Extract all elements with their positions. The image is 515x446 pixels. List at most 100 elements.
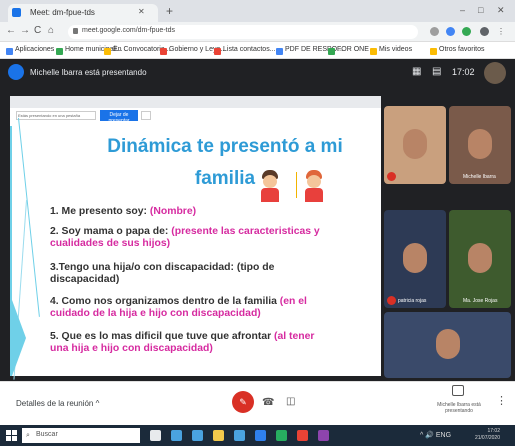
participant-name: patricia rojas	[398, 298, 427, 304]
taskbar-app-icon[interactable]	[276, 430, 287, 441]
taskbar-app-icon[interactable]	[213, 430, 224, 441]
new-tab-button[interactable]: +	[166, 4, 173, 18]
taskbar-app-icon[interactable]	[234, 430, 245, 441]
home-button[interactable]: ⌂	[48, 25, 54, 36]
bookmark-icon	[328, 48, 335, 55]
clipart-divider	[296, 172, 297, 198]
bookmark-icon	[214, 48, 221, 55]
end-call-button[interactable]: ☎	[262, 397, 274, 408]
extension-icon[interactable]	[446, 27, 455, 36]
user-avatar[interactable]	[484, 62, 506, 84]
slide-item-prompt: 1. Me presento soy:	[50, 206, 150, 217]
extension-icon[interactable]	[462, 27, 471, 36]
bookmark-icon	[370, 48, 377, 55]
stop-presenting-button[interactable]: Dejar de presentar	[100, 110, 138, 124]
tab-title: Meet: dm-fpue-tds	[30, 8, 95, 17]
bookmark-item[interactable]: FOR ONE	[337, 46, 369, 53]
slide-item: cualidades de sus hijos)	[50, 238, 170, 250]
family-clipart	[263, 175, 277, 188]
forward-button[interactable]: →	[20, 25, 30, 36]
taskbar-app-icon[interactable]	[192, 430, 203, 441]
participant-video	[435, 329, 460, 359]
bookmark-item[interactable]: Otros favoritos	[439, 46, 485, 53]
grid-view-icon[interactable]: ▦	[412, 66, 421, 77]
hide-button[interactable]	[141, 111, 151, 120]
taskbar-time: 17:02	[487, 428, 500, 434]
reload-button[interactable]: C	[34, 25, 41, 36]
meeting-clock: 17:02	[452, 67, 475, 77]
bookmark-icon	[160, 48, 167, 55]
slide-item: 4. Como nos organizamos dentro de la fam…	[50, 296, 307, 308]
taskbar-search[interactable]: Buscar	[22, 428, 140, 443]
participant-video	[468, 243, 492, 273]
presenter-avatar	[8, 64, 24, 80]
slide-item-prompt: 3.Tengo una hija/o con discapacidad: (ti…	[50, 262, 275, 273]
taskbar-app-icon[interactable]	[297, 430, 308, 441]
close-window-button[interactable]: ✕	[497, 5, 505, 16]
browser-tab[interactable]: Meet: dm-fpue-tds	[8, 4, 158, 22]
slide-item-answer: una hija e hijo con discapacidad)	[50, 343, 213, 354]
bookmark-item[interactable]: Aplicaciones	[15, 46, 54, 53]
taskbar-app-icon[interactable]	[150, 430, 161, 441]
bookmark-item[interactable]: Lista contactos...	[223, 46, 276, 53]
present-now-icon[interactable]	[452, 385, 464, 396]
maximize-button[interactable]: □	[478, 5, 483, 15]
mic-off-icon	[387, 172, 396, 181]
extension-icon[interactable]	[430, 27, 439, 36]
taskbar-clock[interactable]: 17:02 21/07/2020	[470, 428, 500, 442]
pin-icon[interactable]: ▤	[432, 66, 441, 77]
more-options-icon[interactable]: ⋮	[496, 394, 507, 407]
family-clipart	[305, 188, 323, 202]
bookmark-icon	[430, 48, 437, 55]
slide-item-answer: (al tener	[274, 331, 315, 342]
camera-button[interactable]: ◫	[286, 396, 295, 407]
slide-item-answer: (presente las caracteristicas y	[171, 226, 320, 237]
address-bar[interactable]: meet.google.com/dm-fpue-tds	[68, 25, 418, 39]
system-tray[interactable]: ^ 🔊 ENG	[420, 431, 451, 439]
share-status-field: Estás presentando en una pestaña	[16, 111, 96, 120]
slide-item: 3.Tengo una hija/o con discapacidad: (ti…	[50, 262, 274, 274]
mic-off-button[interactable]: ✎	[232, 391, 254, 413]
slide-item-prompt: 4. Como nos organizamos dentro de la fam…	[50, 296, 280, 307]
meet-favicon-icon	[12, 8, 21, 17]
slide-top-strip	[10, 96, 381, 108]
slide-item-prompt: 5. Que es lo mas dificil que tuve que af…	[50, 331, 275, 342]
minimize-button[interactable]: –	[460, 5, 465, 15]
taskbar-app-icon[interactable]	[255, 430, 266, 441]
bookmark-icon	[56, 48, 63, 55]
lock-icon	[73, 28, 78, 34]
participant-name: Michelle Ibarra	[463, 174, 496, 180]
mic-off-icon	[387, 296, 396, 305]
slide-item-answer: (Nombre)	[149, 206, 197, 217]
profile-avatar[interactable]	[480, 27, 489, 36]
browser-menu-icon[interactable]: ⋮	[497, 27, 506, 36]
family-clipart	[261, 188, 279, 202]
bookmark-icon	[104, 48, 111, 55]
present-now-label: Michelle Ibarra está presentando	[437, 402, 481, 414]
slide-item-answer: cualidades de sus hijos)	[50, 238, 171, 249]
bookmark-icon	[6, 48, 13, 55]
search-icon: ⌕	[26, 432, 30, 439]
taskbar-date: 21/07/2020	[474, 435, 500, 441]
participant-video	[403, 129, 427, 159]
slide-item: una hija e hijo con discapacidad)	[50, 343, 213, 355]
participant-video	[403, 243, 427, 273]
presenter-status: Michelle Ibarra está presentando	[30, 68, 147, 77]
slide-item-answer: cuidado de la hija e hijo con discapacid…	[50, 308, 261, 319]
participant-name: Ma. Jose Rojas	[463, 298, 498, 304]
bookmark-item[interactable]: Mis videos	[379, 46, 412, 53]
close-tab-icon[interactable]: ✕	[138, 7, 145, 16]
meeting-details-button[interactable]: Detalles de la reunión ^	[16, 399, 99, 408]
participant-video	[468, 129, 492, 159]
taskbar-app-icon[interactable]	[318, 430, 329, 441]
slide-item-prompt: 2. Soy mama o papa de:	[50, 226, 172, 237]
bookmark-icon	[276, 48, 283, 55]
slide-item-answer: (en el	[279, 296, 307, 307]
slide-item-prompt: discapacidad)	[50, 274, 120, 285]
slide-item: 2. Soy mama o papa de: (presente las car…	[50, 226, 320, 238]
start-button[interactable]	[6, 430, 17, 441]
family-clipart	[307, 175, 321, 188]
slide-item: discapacidad)	[50, 274, 119, 286]
back-button[interactable]: ←	[6, 25, 16, 36]
taskbar-app-icon[interactable]	[171, 430, 182, 441]
